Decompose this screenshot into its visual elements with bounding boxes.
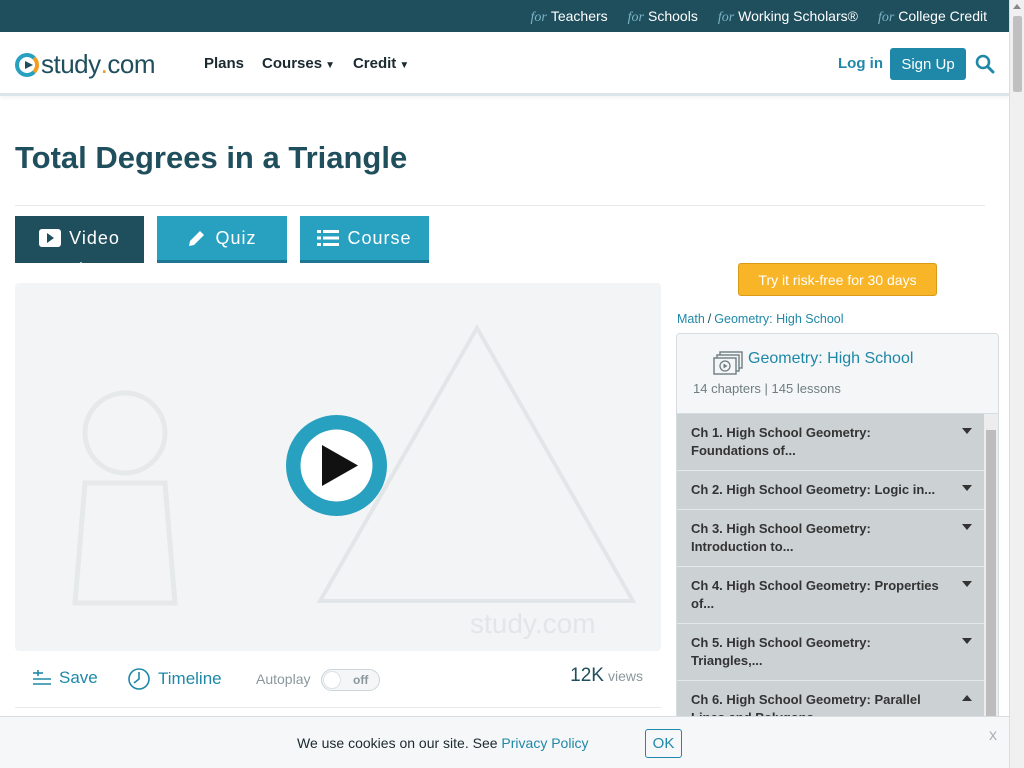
save-list-icon xyxy=(33,670,51,685)
page: for Teachers for Schools for Working Schola… xyxy=(0,0,1024,768)
course-title[interactable]: Geometry: High School xyxy=(748,350,913,368)
video-watermark: study.com xyxy=(470,608,596,639)
chapter-item[interactable]: Ch 2. High School Geometry: Logic in... xyxy=(677,471,984,510)
top-utility-bar: for Teachers for Schools for Working Schola… xyxy=(0,0,1009,32)
chapter-scroll-thumb[interactable] xyxy=(986,430,996,722)
nav-credit-label: Credit xyxy=(352,55,397,72)
chapter-item[interactable]: Ch 4. High School Geometry: Properties o… xyxy=(677,567,984,624)
privacy-policy-link[interactable]: Privacy Policy xyxy=(501,735,588,751)
pencil-icon xyxy=(189,231,205,246)
link-teachers[interactable]: for Teachers xyxy=(531,8,608,26)
timeline-button[interactable]: Timeline xyxy=(128,668,222,690)
caret-up-icon xyxy=(962,695,972,701)
caret-down-icon xyxy=(962,581,972,587)
main-nav: Plans Courses ▼ Credit ▼ xyxy=(204,55,409,72)
nav-credit[interactable]: Credit ▼ xyxy=(353,55,409,72)
nav-courses[interactable]: Courses ▼ xyxy=(262,55,335,72)
views-label: views xyxy=(607,668,643,684)
link-working-scholars[interactable]: for Working Scholars® xyxy=(718,8,858,26)
course-meta: 14 chapters | 145 lessons xyxy=(693,381,841,396)
for-prefix: for xyxy=(530,10,547,25)
tab-course[interactable]: Course xyxy=(300,216,429,263)
video-icon xyxy=(39,229,62,247)
chapter-item[interactable]: Ch 3. High School Geometry: Introduction… xyxy=(677,510,984,567)
course-panel: Geometry: High School 14 chapters | 145 … xyxy=(676,333,999,723)
signup-button[interactable]: Sign Up xyxy=(890,48,966,80)
save-label: Save xyxy=(59,668,98,687)
chapter-label: Ch 1. High School Geometry: Foundations … xyxy=(691,425,871,458)
page-title: Total Degrees in a Triangle xyxy=(15,140,408,175)
for-prefix: for xyxy=(877,10,895,25)
logo-text-suffix: com xyxy=(107,49,156,79)
tab-video-label: Video xyxy=(69,227,120,248)
logo-dot: . xyxy=(100,49,108,79)
timeline-icon xyxy=(128,668,150,690)
search-icon[interactable] xyxy=(975,54,995,74)
try-free-button[interactable]: Try it risk-free for 30 days xyxy=(738,263,937,296)
chevron-down-icon: ▼ xyxy=(325,60,335,71)
title-divider xyxy=(15,205,985,206)
close-icon[interactable]: x xyxy=(989,727,997,745)
course-stack-icon xyxy=(713,351,743,375)
tab-quiz[interactable]: Quiz xyxy=(157,216,287,263)
caret-down-icon xyxy=(962,485,972,491)
link-schools[interactable]: for Schools xyxy=(628,8,698,26)
link-label: Working Scholars® xyxy=(738,8,858,24)
audience-links: for Teachers for Schools for Working Schola… xyxy=(531,8,987,26)
breadcrumb-math[interactable]: Math xyxy=(677,312,705,326)
breadcrumb-geometry[interactable]: Geometry: High School xyxy=(714,312,843,326)
login-link[interactable]: Log in xyxy=(838,55,883,72)
logo-play-icon xyxy=(15,52,39,77)
site-header: study. com Plans Courses ▼ Credit ▼ Log in … xyxy=(0,32,1009,96)
list-icon xyxy=(317,230,340,246)
nav-courses-label: Courses xyxy=(262,55,323,72)
tab-quiz-label: Quiz xyxy=(215,227,257,248)
chapter-label: Ch 5. High School Geometry: Triangles,..… xyxy=(691,635,871,668)
chevron-down-icon: ▼ xyxy=(399,60,410,71)
chapter-item[interactable]: Ch 5. High School Geometry: Triangles,..… xyxy=(677,624,984,681)
views-number: 12K xyxy=(570,665,604,686)
scrollbar-thumb[interactable] xyxy=(1013,16,1022,92)
caret-down-icon xyxy=(962,524,972,530)
toggle-state: off xyxy=(353,673,369,687)
timeline-label: Timeline xyxy=(158,669,222,688)
chapter-list-scrollbar[interactable] xyxy=(984,414,998,722)
breadcrumb: Math / Geometry: High School xyxy=(677,312,844,326)
nav-plans[interactable]: Plans xyxy=(204,55,244,72)
autoplay-label: Autoplay xyxy=(256,671,311,687)
video-controls: Save Timeline Autoplay off 12K views xyxy=(15,660,661,708)
chapter-label: Ch 3. High School Geometry: Introduction… xyxy=(691,521,871,554)
logo-text: study xyxy=(41,49,101,79)
save-button[interactable]: Save xyxy=(33,668,98,688)
course-header: Geometry: High School 14 chapters | 145 … xyxy=(677,334,998,414)
link-college-credit[interactable]: for College Credit xyxy=(878,8,987,26)
cookie-text: We use cookies on our site. See xyxy=(297,735,502,751)
study-logo[interactable]: study. com xyxy=(15,49,156,80)
scroll-up-arrow-icon[interactable] xyxy=(1013,4,1021,9)
page-scrollbar[interactable] xyxy=(1009,0,1024,768)
tab-course-label: Course xyxy=(347,227,412,248)
cookie-message: We use cookies on our site. See Privacy … xyxy=(297,735,589,751)
autoplay-toggle[interactable]: off xyxy=(321,669,380,691)
chapter-label: Ch 4. High School Geometry: Properties o… xyxy=(691,578,939,611)
caret-down-icon xyxy=(962,428,972,434)
for-prefix: for xyxy=(717,10,735,25)
chapter-label: Ch 2. High School Geometry: Logic in... xyxy=(691,482,936,497)
link-label: Schools xyxy=(648,8,698,24)
view-count: 12K views xyxy=(570,665,643,687)
cookie-banner: We use cookies on our site. See Privacy … xyxy=(0,716,1009,768)
tab-video[interactable]: Video xyxy=(15,216,144,263)
chapter-list: Ch 1. High School Geometry: Foundations … xyxy=(677,414,984,722)
for-prefix: for xyxy=(627,10,645,25)
toggle-knob xyxy=(323,671,341,689)
link-label: Teachers xyxy=(550,8,608,24)
play-icon[interactable] xyxy=(286,415,387,516)
cookie-ok-button[interactable]: OK xyxy=(645,729,682,758)
breadcrumb-separator: / xyxy=(707,312,712,326)
link-label: College Credit xyxy=(898,8,987,24)
chapter-item[interactable]: Ch 1. High School Geometry: Foundations … xyxy=(677,414,984,471)
caret-down-icon xyxy=(962,638,972,644)
